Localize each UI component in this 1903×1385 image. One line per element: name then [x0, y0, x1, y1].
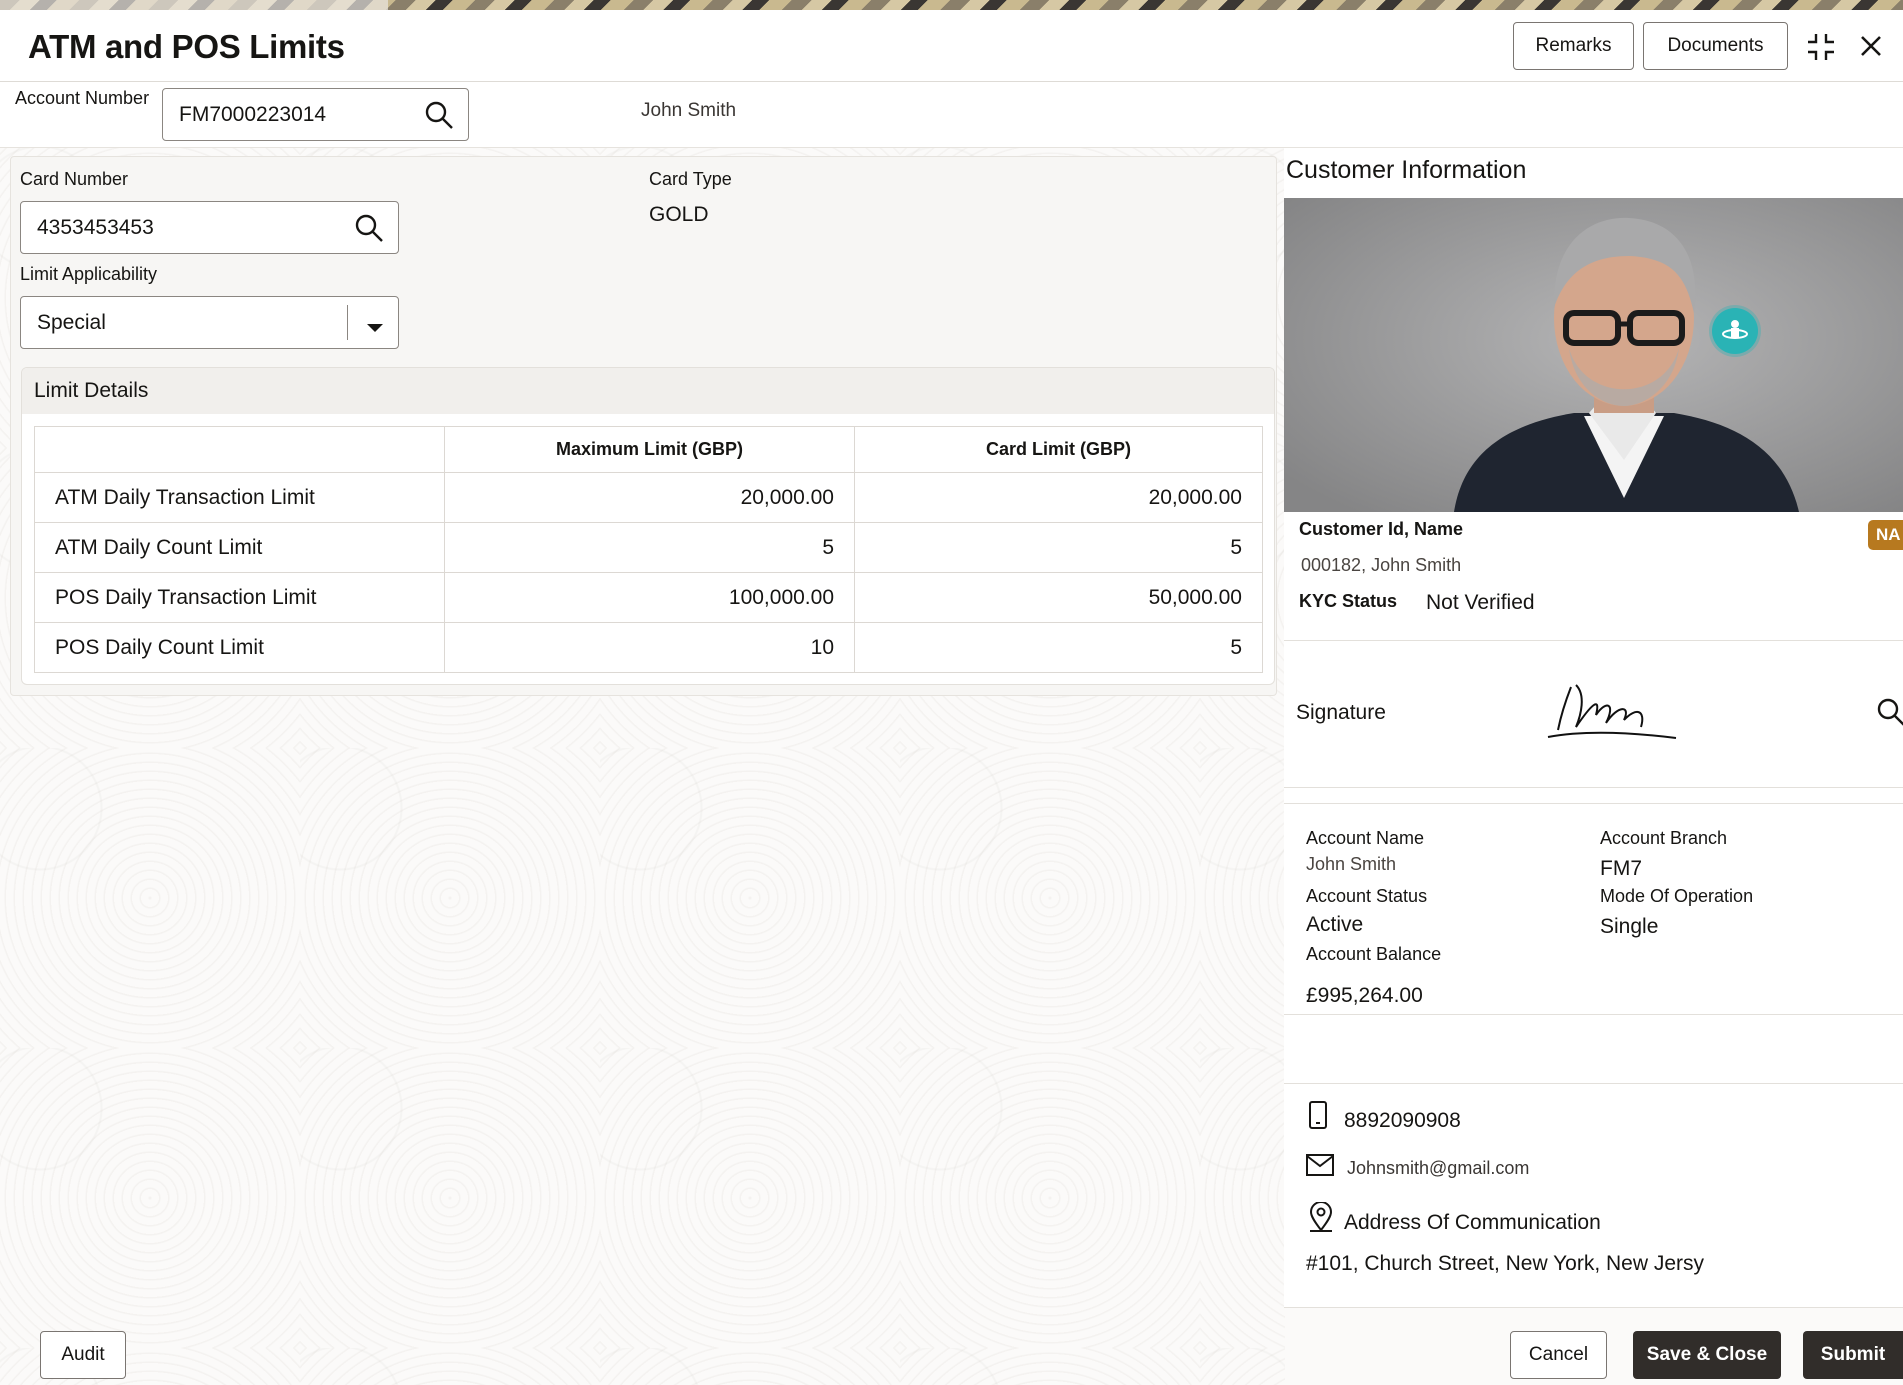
account-status-value: Active [1306, 913, 1364, 936]
card-limit-value[interactable]: 5 [854, 522, 1263, 573]
signature-image [1546, 675, 1678, 750]
account-status-label: Account Status [1306, 886, 1428, 906]
table-row: POS Daily Transaction Limit 100,000.00 5… [34, 572, 1263, 623]
signature-section: Signature [1284, 640, 1903, 788]
table-row: ATM Daily Count Limit 5 5 [34, 522, 1263, 573]
card-limit-value[interactable]: 50,000.00 [854, 572, 1263, 623]
address-label: Address Of Communication [1344, 1211, 1601, 1234]
kyc-status-value: Not Verified [1426, 591, 1535, 614]
customer-photo [1284, 198, 1903, 512]
account-bar: Account Number FM7000223014 John Smith [0, 82, 1903, 148]
card-limit-value[interactable]: 5 [854, 622, 1263, 673]
limit-details-section: Limit Details Maximum Limit (GBP) Card L… [21, 367, 1275, 685]
account-number-input[interactable]: FM7000223014 [162, 88, 469, 141]
customer-information-title: Customer Information [1286, 156, 1527, 184]
account-name-value: John Smith [1306, 854, 1397, 874]
select-divider [347, 305, 348, 340]
account-number-label: Account Number [15, 88, 150, 108]
cancel-button[interactable]: Cancel [1510, 1331, 1607, 1379]
search-icon[interactable] [1876, 697, 1903, 732]
card-number-label: Card Number [20, 169, 129, 189]
card-type-value: GOLD [649, 203, 709, 226]
account-branch-value: FM7 [1600, 857, 1642, 880]
max-limit-value: 100,000.00 [444, 572, 855, 623]
table-row: POS Daily Count Limit 10 5 [34, 622, 1263, 673]
limit-name: POS Daily Transaction Limit [34, 572, 445, 623]
status-badge: NA [1868, 520, 1903, 550]
limit-name: ATM Daily Count Limit [34, 522, 445, 573]
card-details-panel: Card Number 4353453453 Card Type GOLD Li… [10, 156, 1277, 696]
close-icon[interactable] [1855, 30, 1887, 62]
top-banner-strip [0, 0, 1903, 10]
mail-icon [1306, 1154, 1334, 1181]
limit-details-table: Maximum Limit (GBP) Card Limit (GBP) ATM… [34, 426, 1263, 673]
card-number-value: 4353453453 [37, 215, 154, 239]
column-header-card-limit: Card Limit (GBP) [854, 426, 1263, 473]
save-and-close-button[interactable]: Save & Close [1633, 1331, 1781, 1379]
mode-of-operation-value: Single [1600, 915, 1659, 938]
search-icon[interactable] [424, 100, 454, 130]
customer-id-name-label: Customer Id, Name [1299, 519, 1464, 539]
minimize-icon[interactable] [1804, 30, 1838, 64]
table-row: ATM Daily Transaction Limit 20,000.00 20… [34, 472, 1263, 523]
limit-details-title: Limit Details [22, 368, 1274, 414]
account-branch-label: Account Branch [1600, 828, 1728, 848]
limit-name: ATM Daily Transaction Limit [34, 472, 445, 523]
page-title: ATM and POS Limits [28, 28, 345, 65]
mode-of-operation-label: Mode Of Operation [1600, 886, 1754, 906]
remarks-button[interactable]: Remarks [1513, 22, 1634, 70]
documents-button[interactable]: Documents [1643, 22, 1788, 70]
submit-button[interactable]: Submit [1803, 1331, 1903, 1379]
phone-value: 8892090908 [1344, 1109, 1461, 1132]
limit-applicability-label: Limit Applicability [20, 264, 158, 284]
max-limit-value: 10 [444, 622, 855, 673]
avatar-360-icon[interactable] [1712, 308, 1758, 354]
search-icon[interactable] [354, 213, 384, 243]
max-limit-value: 5 [444, 522, 855, 573]
page-header: ATM and POS Limits Remarks Documents [0, 10, 1903, 82]
account-number-value: FM7000223014 [179, 102, 327, 126]
limit-applicability-select[interactable]: Special [20, 296, 399, 349]
account-balance-label: Account Balance [1306, 944, 1442, 964]
account-holder-name: John Smith [641, 100, 737, 121]
table-header-row: Maximum Limit (GBP) Card Limit (GBP) [34, 426, 1263, 473]
chevron-down-icon[interactable] [366, 316, 384, 340]
limit-name: POS Daily Count Limit [34, 622, 445, 673]
email-value: Johnsmith@gmail.com [1347, 1158, 1530, 1178]
signature-label: Signature [1296, 701, 1386, 724]
card-limit-value[interactable]: 20,000.00 [854, 472, 1263, 523]
location-pin-icon [1308, 1201, 1334, 1237]
account-balance-value: £995,264.00 [1306, 984, 1423, 1007]
customer-information-panel: Customer Information Customer Id, Name N… [1284, 148, 1903, 1308]
column-header-max-limit: Maximum Limit (GBP) [444, 426, 855, 473]
limit-applicability-value: Special [37, 310, 106, 334]
kyc-status-label: KYC Status [1299, 591, 1398, 611]
account-info-section: Account Name John Smith Account Branch F… [1284, 803, 1903, 1015]
max-limit-value: 20,000.00 [444, 472, 855, 523]
phone-icon [1308, 1100, 1328, 1135]
customer-id-name-value: 000182, John Smith [1301, 555, 1462, 575]
column-header [34, 426, 445, 473]
account-name-label: Account Name [1306, 828, 1425, 848]
address-value: #101, Church Street, New York, New Jersy [1306, 1252, 1705, 1275]
audit-button[interactable]: Audit [40, 1331, 126, 1379]
card-number-input[interactable]: 4353453453 [20, 201, 399, 254]
card-type-label: Card Type [649, 169, 732, 189]
contact-section: 8892090908 Johnsmith@gmail.com Address O… [1284, 1083, 1903, 1308]
